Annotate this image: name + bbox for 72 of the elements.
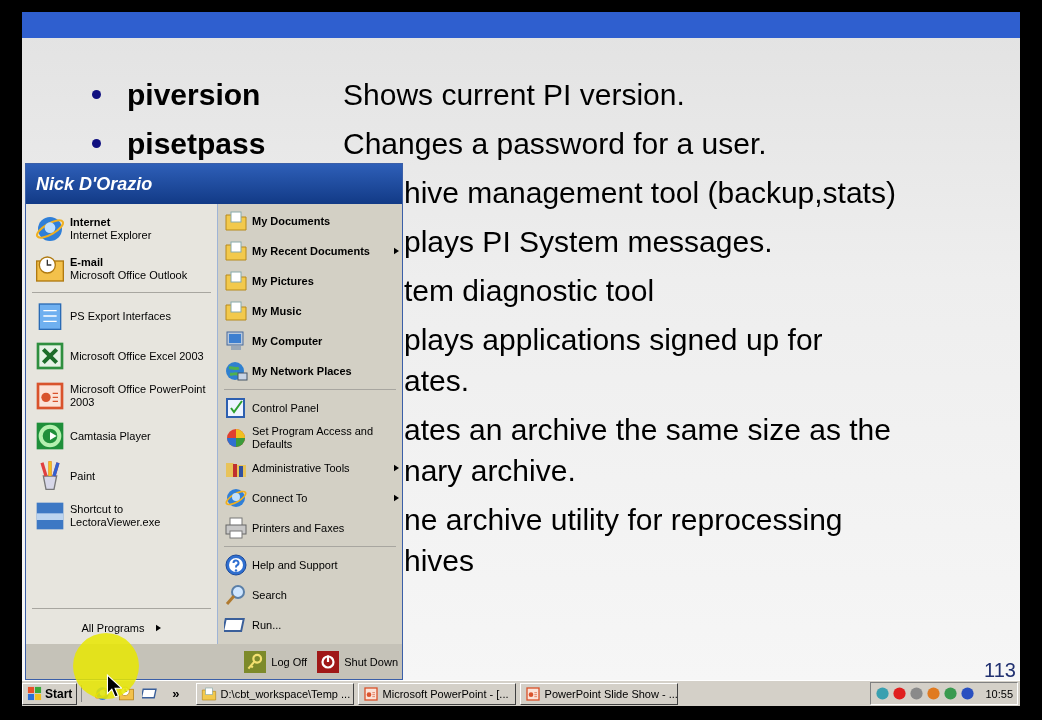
command-description: plays PI System messages. bbox=[404, 224, 773, 259]
shut-down-button[interactable]: Shut Down bbox=[317, 650, 398, 673]
menu-item[interactable]: Administrative Tools bbox=[218, 453, 402, 483]
menu-item[interactable]: My Pictures bbox=[218, 266, 402, 296]
taskbar-button[interactable]: PowerPoint Slide Show - ... bbox=[519, 682, 678, 705]
presentation-icon bbox=[362, 685, 379, 702]
menu-item[interactable]: Paint bbox=[26, 456, 217, 496]
menu-item[interactable]: Shortcut to LectoraViewer.exe bbox=[26, 496, 217, 536]
folder-icon bbox=[224, 209, 248, 233]
help-icon bbox=[224, 553, 248, 577]
menu-item[interactable]: My Network Places bbox=[218, 356, 402, 386]
menu-item[interactable]: Internet Internet Explorer bbox=[26, 209, 217, 249]
menu-item[interactable]: Microsoft Office Excel 2003 bbox=[26, 336, 217, 376]
command-description: hives bbox=[404, 543, 475, 578]
folder-icon bbox=[224, 239, 248, 263]
menu-item[interactable]: My Recent Documents bbox=[218, 236, 402, 266]
tile-icon bbox=[34, 500, 66, 532]
overflow-button[interactable]: » bbox=[166, 686, 186, 701]
network-icon bbox=[224, 359, 248, 383]
command-description: Shows current PI version. bbox=[343, 77, 685, 112]
record-icon[interactable] bbox=[892, 686, 908, 701]
menu-item[interactable]: Search bbox=[218, 580, 402, 610]
clock: 10:55 bbox=[985, 687, 1013, 700]
color-wheel-icon bbox=[224, 426, 248, 450]
menu-item[interactable]: Microsoft Office PowerPoint 2003 bbox=[26, 376, 217, 416]
key-icon bbox=[244, 650, 267, 673]
menu-item[interactable]: Camtasia Player bbox=[26, 416, 217, 456]
menu-item[interactable]: Run... bbox=[218, 610, 402, 640]
windows-flag-icon bbox=[27, 686, 42, 701]
command-description: tem diagnostic tool bbox=[404, 273, 655, 308]
command-description: ates an archive the same size as the bbox=[404, 412, 891, 447]
all-programs-item[interactable]: All Programs bbox=[26, 612, 217, 644]
bullet-icon bbox=[92, 90, 101, 99]
power-icon bbox=[317, 650, 340, 673]
printer-icon bbox=[224, 516, 248, 540]
command-description: Changes a password for a user. bbox=[343, 126, 767, 161]
bullet-icon bbox=[92, 139, 101, 148]
user-name: Nick D'Orazio bbox=[36, 173, 153, 195]
log-off-button[interactable]: Log Off bbox=[244, 650, 308, 673]
taskbar-button[interactable]: D:\cbt_workspace\Temp ... bbox=[195, 682, 354, 705]
folder-icon bbox=[224, 269, 248, 293]
search-icon bbox=[224, 583, 248, 607]
command-name: pisetpass bbox=[127, 126, 267, 161]
taskbar-button[interactable]: Microsoft PowerPoint - [... bbox=[357, 682, 516, 705]
command-description: plays applications signed up for bbox=[404, 322, 823, 357]
command-description: nary archive. bbox=[404, 453, 576, 488]
presentation-icon bbox=[34, 380, 66, 412]
presentation-icon bbox=[524, 685, 541, 702]
menu-item[interactable]: Control Panel bbox=[218, 393, 402, 423]
start-button[interactable]: Start bbox=[22, 682, 78, 705]
submenu-arrow-icon bbox=[156, 624, 162, 632]
menu-item[interactable]: Help and Support bbox=[218, 550, 402, 580]
clock-icon bbox=[34, 253, 66, 285]
menu-item[interactable]: Set Program Access and Defaults bbox=[218, 423, 402, 453]
control-panel-icon bbox=[224, 396, 248, 420]
menu-item[interactable]: PS Export Interfaces bbox=[26, 296, 217, 336]
command-description: ne archive utility for reprocessing bbox=[404, 502, 843, 537]
spreadsheet-icon bbox=[34, 340, 66, 372]
command-description: hive management tool (backup,stats) bbox=[404, 175, 896, 210]
globe-icon bbox=[224, 486, 248, 510]
menu-item[interactable]: Printers and Faxes bbox=[218, 513, 402, 543]
folder-icon bbox=[224, 299, 248, 323]
menu-item[interactable]: Connect To bbox=[218, 483, 402, 513]
menu-item[interactable]: E-mail Microsoft Office Outlook bbox=[26, 249, 217, 289]
menu-item[interactable]: My Computer bbox=[218, 326, 402, 356]
menu-item[interactable]: My Music bbox=[218, 296, 402, 326]
play-icon bbox=[34, 420, 66, 452]
folder-icon bbox=[200, 685, 217, 702]
command-description: ates. bbox=[404, 363, 470, 398]
command-name: piversion bbox=[127, 77, 262, 112]
menu-item[interactable]: My Documents bbox=[218, 206, 402, 236]
page-number: 113 bbox=[984, 660, 1016, 680]
